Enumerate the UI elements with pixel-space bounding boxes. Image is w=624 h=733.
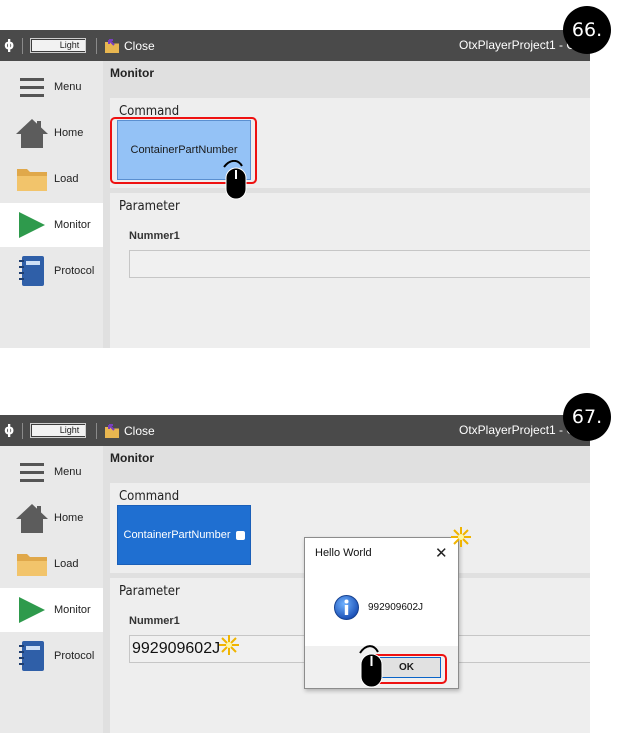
play-triangle-icon xyxy=(12,592,52,628)
screen-step-66: ɸ Light Close OtxPlayerProject1 - C Menu xyxy=(0,30,590,348)
divider xyxy=(96,38,97,54)
toggle-knob xyxy=(32,425,54,436)
dialog-title: Hello World xyxy=(315,547,372,559)
close-button-label: Close xyxy=(124,424,155,438)
toggle-knob xyxy=(32,40,54,51)
sidebar-item-menu[interactable]: Menu xyxy=(0,450,103,494)
close-button-label: Close xyxy=(124,39,155,53)
sidebar-item-label: Monitor xyxy=(54,219,91,231)
notebook-icon xyxy=(12,638,52,674)
info-icon xyxy=(334,595,359,620)
window-title: OtxPlayerProject1 - C xyxy=(459,38,576,52)
hamburger-menu-icon xyxy=(12,69,52,105)
sidebar-item-label: Protocol xyxy=(54,650,95,662)
title-bar: ɸ Light Close OtxPlayerProject1 - C xyxy=(0,30,590,61)
sidebar: Menu Home Load Monitor Protocol xyxy=(0,446,103,733)
sidebar: Menu Home Load Monitor Protocol xyxy=(0,61,103,348)
monitor-content: Monitor Command ContainerPartNumber Para… xyxy=(103,61,590,348)
sidebar-item-monitor[interactable]: Monitor xyxy=(0,588,103,632)
divider xyxy=(22,423,23,439)
sidebar-item-load[interactable]: Load xyxy=(0,542,103,586)
divider xyxy=(96,423,97,439)
page-title: Monitor xyxy=(110,66,154,80)
command-caption: Command xyxy=(119,489,180,504)
close-button[interactable]: Close xyxy=(104,37,155,55)
sidebar-item-label: Menu xyxy=(54,466,82,478)
window-title: OtxPlayerProject1 - C xyxy=(459,423,576,437)
command-caption: Command xyxy=(119,104,180,119)
divider xyxy=(22,38,23,54)
app-logo-icon: ɸ xyxy=(4,38,15,53)
parameter-caption: Parameter xyxy=(119,199,180,214)
sidebar-item-menu[interactable]: Menu xyxy=(0,65,103,109)
sidebar-item-label: Home xyxy=(54,127,84,139)
parameter-caption: Parameter xyxy=(119,584,180,599)
theme-toggle-label: Light xyxy=(54,425,85,436)
command-button-label: ContainerPartNumber xyxy=(130,144,238,156)
mouse-click-icon xyxy=(359,645,383,688)
command-group: Command ContainerPartNumber xyxy=(110,98,590,188)
play-triangle-icon xyxy=(12,207,52,243)
sidebar-item-label: Home xyxy=(54,512,84,524)
theme-toggle[interactable]: Light xyxy=(30,38,86,53)
theme-toggle[interactable]: Light xyxy=(30,423,86,438)
parameter-label: Nummer1 xyxy=(129,230,180,242)
sidebar-item-label: Protocol xyxy=(54,265,95,277)
sidebar-item-home[interactable]: Home xyxy=(0,496,103,540)
sidebar-item-home[interactable]: Home xyxy=(0,111,103,155)
parameter-label: Nummer1 xyxy=(129,615,180,627)
container-part-number-button[interactable]: ContainerPartNumber xyxy=(117,505,251,565)
close-button[interactable]: Close xyxy=(104,422,155,440)
hamburger-menu-icon xyxy=(12,454,52,490)
sidebar-item-label: Menu xyxy=(54,81,82,93)
mouse-click-icon xyxy=(223,160,247,200)
screen-step-67: ɸ Light Close OtxPlayerProject1 - C Menu xyxy=(0,415,590,733)
sidebar-item-label: Load xyxy=(54,558,79,570)
sparkle-icon xyxy=(451,527,471,547)
parameter-group: Parameter Nummer1 xyxy=(110,193,590,348)
sidebar-item-label: Load xyxy=(54,173,79,185)
step-number-badge: 66. xyxy=(563,6,611,54)
close-folder-icon xyxy=(105,38,119,53)
step-number-badge: 67. xyxy=(563,393,611,441)
notebook-icon xyxy=(12,253,52,289)
dialog-close-icon[interactable]: ✕ xyxy=(435,544,448,562)
ok-button-label: OK xyxy=(399,662,414,673)
theme-toggle-label: Light xyxy=(54,40,85,51)
close-folder-icon xyxy=(105,423,119,438)
app-logo-icon: ɸ xyxy=(4,423,15,438)
page-title: Monitor xyxy=(110,451,154,465)
folder-icon xyxy=(12,161,52,197)
parameter-value-field[interactable] xyxy=(129,250,590,278)
sidebar-item-load[interactable]: Load xyxy=(0,157,103,201)
sidebar-item-label: Monitor xyxy=(54,604,91,616)
checkbox-icon xyxy=(235,530,245,540)
sparkle-icon xyxy=(219,635,239,655)
home-icon xyxy=(12,500,52,536)
command-button-label: ContainerPartNumber xyxy=(123,529,231,541)
dialog-message: 992909602J xyxy=(368,602,424,613)
sidebar-item-protocol[interactable]: Protocol xyxy=(0,634,103,678)
home-icon xyxy=(12,115,52,151)
sidebar-item-protocol[interactable]: Protocol xyxy=(0,249,103,293)
sidebar-item-monitor[interactable]: Monitor xyxy=(0,203,103,247)
folder-icon xyxy=(12,546,52,582)
title-bar: ɸ Light Close OtxPlayerProject1 - C xyxy=(0,415,590,446)
